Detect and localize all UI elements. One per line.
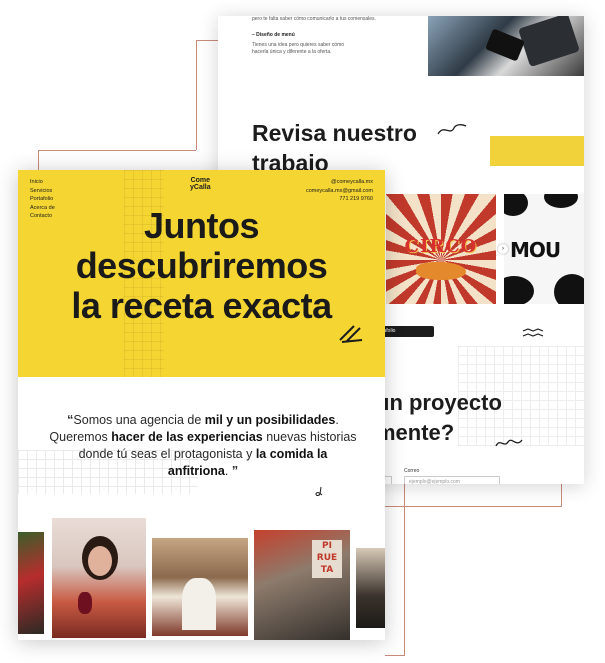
circo-label: CIRCO xyxy=(404,236,478,257)
project-title: un proyecto mente? xyxy=(376,388,502,448)
hero-title-line: Juntos xyxy=(143,205,260,246)
photo-musician xyxy=(356,548,385,628)
squiggle-icon xyxy=(495,439,523,447)
photo-strip: PI RUE TA xyxy=(18,516,385,640)
quote-emphasis: hacer de las experiencias xyxy=(111,430,263,444)
work-photo-devices xyxy=(428,16,584,76)
intro-text: pero te falta saber cómo comunicarlo a t… xyxy=(252,16,376,22)
email-link[interactable]: comeycalla.mx@gmail.com xyxy=(306,187,373,196)
menu-text: hacerla única y diferente a la oferta. xyxy=(252,49,332,55)
wave-icon xyxy=(522,328,544,337)
carousel-next-icon[interactable]: › xyxy=(498,244,508,254)
work-title: Revisa nuestro trabajo xyxy=(252,118,417,178)
photo-dining-room xyxy=(152,538,248,636)
connector-line xyxy=(196,40,197,150)
hero-section: Inicio Servicios Portafolio Acerca de Co… xyxy=(18,170,385,377)
nav-item-portafolio[interactable]: Portafolio xyxy=(30,195,55,204)
connector-line xyxy=(385,655,405,656)
connector-line xyxy=(196,40,218,41)
work-title-line: Revisa nuestro xyxy=(252,120,417,146)
agency-quote: “Somos una agencia de mil y un posibilid… xyxy=(48,412,358,480)
yellow-accent-block xyxy=(490,136,584,166)
instagram-handle[interactable]: @comeycalla.mx xyxy=(306,178,373,187)
project-title-line: un proyecto xyxy=(376,390,502,415)
logo-line: yCalla xyxy=(190,184,211,191)
photo-dancer xyxy=(18,532,44,634)
nav-item-inicio[interactable]: Inicio xyxy=(30,178,55,187)
connector-line xyxy=(385,506,561,507)
slash-marks-icon xyxy=(339,325,363,343)
quote-text: Somos una agencia de xyxy=(73,413,205,427)
photo-pirueta: PI RUE TA xyxy=(254,530,350,640)
project-title-line: mente? xyxy=(376,420,455,445)
contact-info: @comeycalla.mx comeycalla.mx@gmail.com 7… xyxy=(306,178,373,204)
connector-line xyxy=(404,484,405,656)
cow-label: MOU xyxy=(510,238,561,262)
hero-title: Juntos descubriremos la receta exacta xyxy=(18,206,385,326)
logo[interactable]: Come yCalla xyxy=(190,177,211,191)
quote-emphasis: mil y un posibilidades xyxy=(204,413,336,427)
squiggle-icon xyxy=(437,124,467,135)
email-field[interactable]: ejemplo@ejemplo.com xyxy=(404,476,500,484)
connector-line xyxy=(38,150,39,170)
menu-text: Tienes una idea pero quieres saber cómo xyxy=(252,42,345,48)
portfolio-item-cow[interactable]: MOU xyxy=(504,194,584,304)
quote-mark: ” xyxy=(228,464,239,478)
phone-number[interactable]: 771 219 9760 xyxy=(306,195,373,204)
email-label: Correo xyxy=(404,468,420,474)
hero-title-line: descubriremos xyxy=(75,245,328,286)
hero-title-line: la receta exacta xyxy=(71,285,332,326)
connector-line xyxy=(38,150,196,151)
logo-line: Come xyxy=(190,177,211,184)
nav-item-servicios[interactable]: Servicios xyxy=(30,187,55,196)
front-page-preview: Inicio Servicios Portafolio Acerca de Co… xyxy=(18,170,385,640)
connector-line xyxy=(561,484,562,507)
photo-woman-wine xyxy=(52,518,146,638)
menu-heading: – Diseño de menú xyxy=(252,32,295,38)
portfolio-item-circo[interactable]: CIRCO xyxy=(386,194,496,304)
doodle-icon xyxy=(315,486,323,496)
